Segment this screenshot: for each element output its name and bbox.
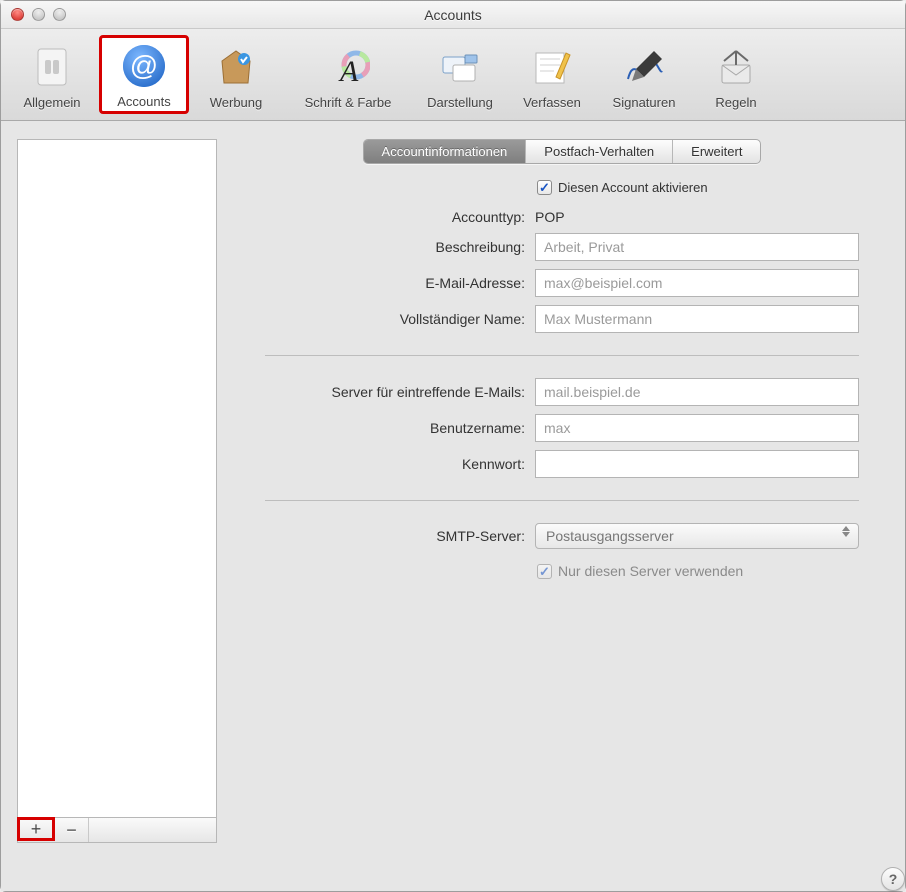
description-row: Beschreibung: (265, 233, 859, 261)
accounts-sidebar: + − (17, 139, 217, 843)
email-row: E-Mail-Adresse: (265, 269, 859, 297)
account-form: Diesen Account aktivieren Accounttyp: PO… (235, 180, 889, 579)
at-icon: @ (120, 42, 168, 90)
toolbar-accounts[interactable]: @ Accounts (99, 35, 189, 114)
rules-icon (712, 43, 760, 91)
toolbar-label: Signaturen (613, 95, 676, 110)
toolbar-label: Schrift & Farbe (305, 95, 392, 110)
toolbar-composing[interactable]: Verfassen (507, 37, 597, 114)
list-footer-spacer (89, 818, 216, 842)
toolbar-junk[interactable]: Werbung (191, 37, 281, 114)
smtp-row: SMTP-Server: Postausgangsserver (265, 523, 859, 549)
toolbar-signatures[interactable]: Signaturen (599, 37, 689, 114)
accounts-list[interactable] (17, 139, 217, 817)
activate-checkbox[interactable] (537, 180, 552, 195)
description-label: Beschreibung: (265, 239, 525, 255)
fullname-input[interactable] (535, 305, 859, 333)
smtp-label: SMTP-Server: (265, 528, 525, 544)
activate-row: Diesen Account aktivieren (265, 180, 859, 195)
account-type-row: Accounttyp: POP (265, 209, 859, 225)
accounts-window: Accounts Allgemein (0, 0, 906, 892)
tabset: Accountinformationen Postfach-Verhalten … (363, 139, 762, 164)
username-row: Benutzername: (265, 414, 859, 442)
window-title: Accounts (1, 7, 905, 23)
account-type-value: POP (535, 209, 859, 225)
toolbar: Allgemein @ Accounts (1, 29, 905, 121)
viewing-icon (436, 43, 484, 91)
email-input[interactable] (535, 269, 859, 297)
password-input[interactable] (535, 450, 859, 478)
toolbar-viewing[interactable]: Darstellung (415, 37, 505, 114)
junk-icon (212, 43, 260, 91)
fullname-row: Vollständiger Name: (265, 305, 859, 333)
toolbar-label: Allgemein (23, 95, 80, 110)
switch-icon (28, 43, 76, 91)
toolbar-fonts[interactable]: A Schrift & Farbe (283, 37, 413, 114)
only-this-server-checkbox (537, 564, 552, 579)
list-footer: + − (17, 817, 217, 843)
toolbar-rules[interactable]: Regeln (691, 37, 781, 114)
description-input[interactable] (535, 233, 859, 261)
smtp-value: Postausgangsserver (546, 528, 674, 544)
help-button[interactable]: ? (881, 867, 905, 891)
toolbar-label: Verfassen (523, 95, 581, 110)
smtp-select[interactable]: Postausgangsserver (535, 523, 859, 549)
password-label: Kennwort: (265, 456, 525, 472)
password-row: Kennwort: (265, 450, 859, 478)
only-this-server-row: Nur diesen Server verwenden (265, 563, 859, 579)
remove-account-button[interactable]: − (55, 818, 89, 842)
svg-text:A: A (338, 55, 359, 88)
tab-advanced[interactable]: Erweitert (673, 140, 760, 163)
incoming-input[interactable] (535, 378, 859, 406)
tab-mailbox-behavior[interactable]: Postfach-Verhalten (526, 140, 673, 163)
titlebar: Accounts (1, 1, 905, 29)
fullname-label: Vollständiger Name: (265, 311, 525, 327)
username-input[interactable] (535, 414, 859, 442)
only-this-server-label: Nur diesen Server verwenden (558, 563, 743, 579)
compose-icon (528, 43, 576, 91)
signature-icon (620, 43, 668, 91)
toolbar-label: Regeln (715, 95, 756, 110)
account-type-label: Accounttyp: (265, 209, 525, 225)
content: + − Accountinformationen Postfach-Verhal… (1, 121, 905, 855)
svg-text:@: @ (130, 50, 158, 81)
tabs: Accountinformationen Postfach-Verhalten … (235, 139, 889, 164)
incoming-row: Server für eintreffende E-Mails: (265, 378, 859, 406)
email-label: E-Mail-Adresse: (265, 275, 525, 291)
tab-account-info[interactable]: Accountinformationen (364, 140, 527, 163)
footer: ? (1, 855, 905, 891)
username-label: Benutzername: (265, 420, 525, 436)
activate-label: Diesen Account aktivieren (558, 180, 708, 195)
toolbar-label: Darstellung (427, 95, 493, 110)
toolbar-label: Accounts (117, 94, 170, 109)
divider (265, 355, 859, 356)
toolbar-general[interactable]: Allgemein (7, 37, 97, 114)
font-icon: A (324, 43, 372, 91)
toolbar-label: Werbung (210, 95, 263, 110)
incoming-label: Server für eintreffende E-Mails: (265, 384, 525, 400)
account-pane: Accountinformationen Postfach-Verhalten … (235, 139, 889, 843)
add-account-button[interactable]: + (17, 817, 55, 841)
divider (265, 500, 859, 501)
